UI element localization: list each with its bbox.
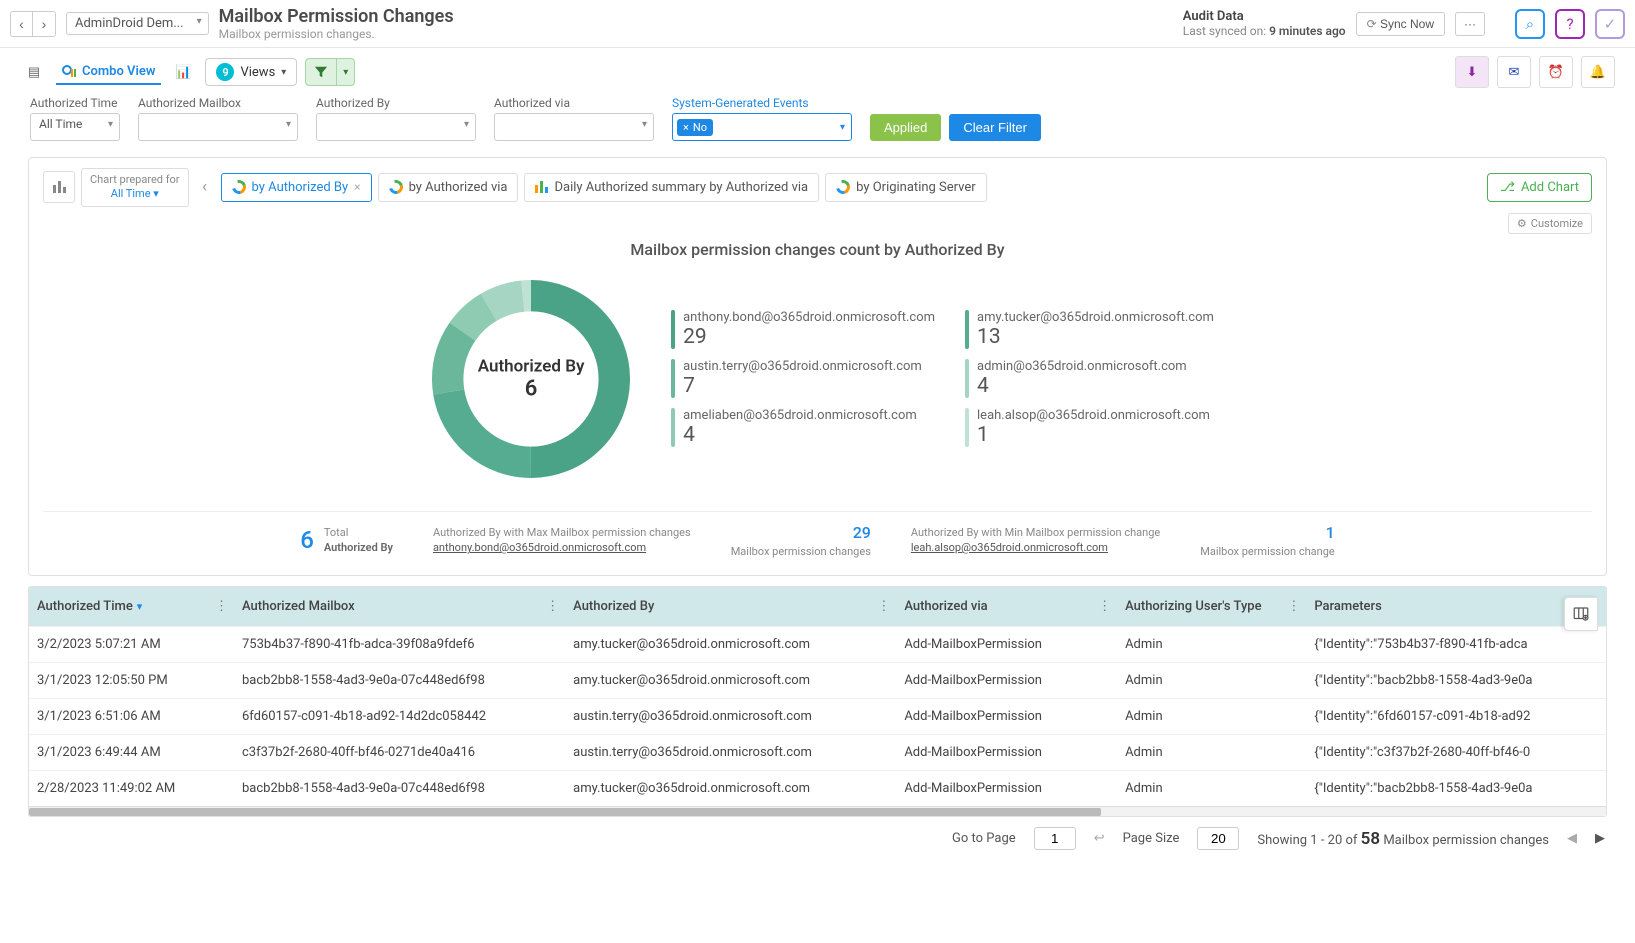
filter-sys-label: System-Generated Events <box>672 96 852 110</box>
th-authorized-time[interactable]: Authorized Time▾⋮ <box>29 587 234 627</box>
donut-icon <box>386 178 405 197</box>
add-chart-button[interactable]: ⎇Add Chart <box>1487 173 1592 202</box>
filter-mailbox-select[interactable] <box>138 113 298 141</box>
legend-item[interactable]: amy.tucker@o365droid.onmicrosoft.com13 <box>965 310 1214 349</box>
col-menu-icon[interactable]: ⋮ <box>877 599 890 614</box>
filter-dropdown[interactable]: ▾ <box>337 58 355 86</box>
filter-button[interactable] <box>305 58 337 86</box>
legend-item[interactable]: admin@o365droid.onmicrosoft.com4 <box>965 359 1214 398</box>
sync-now-button[interactable]: ⟳ Sync Now <box>1356 12 1445 36</box>
download-icon[interactable]: ⬇ <box>1455 56 1489 88</box>
filter-via-select[interactable] <box>494 113 654 141</box>
sort-desc-icon: ▾ <box>137 600 143 613</box>
table-row[interactable]: 3/1/2023 12:05:50 PMbacb2bb8-1558-4ad3-9… <box>29 663 1606 699</box>
combo-icon <box>62 65 76 77</box>
col-menu-icon[interactable]: ⋮ <box>1287 599 1300 614</box>
pager-prev[interactable]: ◀ <box>1567 831 1577 846</box>
chart-tab-originating-server[interactable]: by Originating Server <box>825 173 987 202</box>
customize-button[interactable]: ⚙ Customize <box>1508 213 1592 234</box>
filter-sys-tag[interactable]: × No <box>677 119 713 136</box>
chart-type-icon[interactable] <box>43 171 75 203</box>
summary-min-count: 1 <box>1200 522 1335 544</box>
filter-time-select[interactable]: All Time <box>30 113 120 141</box>
summary-min-label: Authorized By with Min Mailbox permissio… <box>911 525 1160 540</box>
nav-forward-button[interactable]: › <box>33 12 55 36</box>
donut-center-label: Authorized By <box>478 356 585 376</box>
filter-time-label: Authorized Time <box>30 96 120 110</box>
chart-tabs-prev[interactable]: ‹ <box>195 177 215 197</box>
help-icon[interactable]: ? <box>1555 9 1585 39</box>
table-row[interactable]: 3/2/2023 5:07:21 AM753b4b37-f890-41fb-ad… <box>29 627 1606 663</box>
task-check-icon[interactable]: ✓ <box>1595 9 1625 39</box>
chart-only-icon[interactable]: 📊 <box>169 58 197 86</box>
funnel-icon <box>314 65 328 79</box>
filter-via-label: Authorized via <box>494 96 654 110</box>
org-selector[interactable]: AdminDroid Dem... <box>66 12 209 35</box>
chart-tab-daily-summary[interactable]: Daily Authorized summary by Authorized v… <box>524 173 819 202</box>
chart-tab-authorized-via[interactable]: by Authorized via <box>378 173 519 202</box>
chart-tab-authorized-by[interactable]: by Authorized By × <box>221 173 372 202</box>
filter-sys-select[interactable]: × No <box>672 113 852 141</box>
donut-icon <box>229 178 248 197</box>
goto-page-submit[interactable]: ↩ <box>1094 831 1105 846</box>
filter-by-select[interactable] <box>316 113 476 141</box>
views-count-badge: 9 <box>216 63 234 81</box>
audit-data-label: Audit Data <box>1183 9 1346 24</box>
summary-max-count: 29 <box>731 522 871 544</box>
th-authorized-mailbox[interactable]: Authorized Mailbox⋮ <box>234 587 565 627</box>
donut-icon <box>834 178 853 197</box>
more-button[interactable]: ··· <box>1455 12 1485 36</box>
th-authorized-by[interactable]: Authorized By⋮ <box>565 587 896 627</box>
bell-icon[interactable]: 🔔 <box>1581 56 1615 88</box>
combo-view-tab[interactable]: Combo View <box>56 60 161 85</box>
th-parameters[interactable]: Parameters <box>1306 587 1606 627</box>
summary-min-link[interactable]: leah.alsop@o365droid.onmicrosoft.com <box>911 540 1160 555</box>
audit-data-sync: Last synced on: 9 minutes ago <box>1183 24 1346 38</box>
pager-next[interactable]: ▶ <box>1595 831 1605 846</box>
search-icon[interactable]: ⌕ <box>1515 9 1545 39</box>
horizontal-scrollbar[interactable] <box>29 806 1606 816</box>
bar-icon <box>535 181 548 193</box>
th-user-type[interactable]: Authorizing User's Type⋮ <box>1117 587 1306 627</box>
doc-icon[interactable]: ▤ <box>20 58 48 86</box>
applied-button[interactable]: Applied <box>870 114 941 141</box>
showing-text: Showing 1 - 20 of 58 Mailbox permission … <box>1257 829 1549 849</box>
chart-title: Mailbox permission changes count by Auth… <box>43 240 1592 259</box>
th-authorized-via[interactable]: Authorized via⋮ <box>896 587 1117 627</box>
nav-back-button[interactable]: ‹ <box>11 12 33 36</box>
goto-page-input[interactable] <box>1034 827 1076 850</box>
page-size-label: Page Size <box>1123 831 1180 846</box>
col-menu-icon[interactable]: ⋮ <box>546 599 559 614</box>
legend-item[interactable]: ameliaben@o365droid.onmicrosoft.com4 <box>671 408 935 447</box>
nav-back-forward: ‹ › <box>10 11 56 37</box>
table-row[interactable]: 2/28/2023 11:49:02 AMbacb2bb8-1558-4ad3-… <box>29 771 1606 807</box>
views-dropdown[interactable]: 9 Views ▾ <box>205 58 297 86</box>
chart-prepared-for[interactable]: Chart prepared for All Time ▾ <box>81 168 189 207</box>
close-tab-icon[interactable]: × <box>354 180 360 194</box>
legend-item[interactable]: austin.terry@o365droid.onmicrosoft.com7 <box>671 359 935 398</box>
legend-item[interactable]: leah.alsop@o365droid.onmicrosoft.com1 <box>965 408 1214 447</box>
add-chart-icon: ⎇ <box>1500 180 1515 195</box>
col-menu-icon[interactable]: ⋮ <box>1098 599 1111 614</box>
page-size-input[interactable] <box>1197 827 1239 850</box>
summary-max-link[interactable]: anthony.bond@o365droid.onmicrosoft.com <box>433 540 691 555</box>
page-title: Mailbox Permission Changes <box>219 6 454 27</box>
col-menu-icon[interactable]: ⋮ <box>215 599 228 614</box>
mail-icon[interactable]: ✉ <box>1497 56 1531 88</box>
alarm-icon[interactable]: ⏰ <box>1539 56 1573 88</box>
filter-mailbox-label: Authorized Mailbox <box>138 96 298 110</box>
summary-max-label: Authorized By with Max Mailbox permissio… <box>433 525 691 540</box>
goto-page-label: Go to Page <box>952 831 1016 846</box>
page-subtitle: Mailbox permission changes. <box>219 27 454 41</box>
filter-by-label: Authorized By <box>316 96 476 110</box>
table-row[interactable]: 3/1/2023 6:51:06 AM6fd60157-c091-4b18-ad… <box>29 699 1606 735</box>
legend-item[interactable]: anthony.bond@o365droid.onmicrosoft.com29 <box>671 310 935 349</box>
donut-chart[interactable]: Authorized By 6 <box>421 269 641 489</box>
table-row[interactable]: 3/1/2023 6:49:44 AMc3f37b2f-2680-40ff-bf… <box>29 735 1606 771</box>
clear-filter-button[interactable]: Clear Filter <box>949 114 1041 141</box>
donut-center-value: 6 <box>478 376 585 401</box>
summary-total-count: 6 <box>300 526 314 554</box>
